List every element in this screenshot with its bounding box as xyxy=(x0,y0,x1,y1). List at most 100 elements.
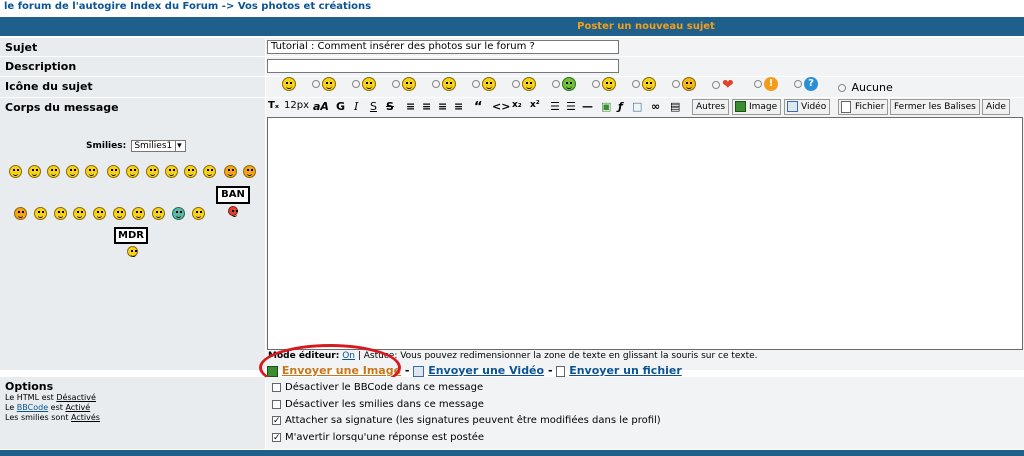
option-disable-bbcode[interactable]: Désactiver le BBCode dans ce message xyxy=(272,382,483,393)
checkbox-checked[interactable]: ✓ xyxy=(272,432,281,442)
numbered-list-icon[interactable]: ☰ xyxy=(566,100,576,113)
radio-button[interactable] xyxy=(512,80,520,88)
radio-button[interactable] xyxy=(632,80,640,88)
thumbs-up-smiley-icon[interactable] xyxy=(192,207,205,220)
topic-icon-option[interactable] xyxy=(512,77,536,93)
upload-file-link[interactable]: Envoyer un fichier xyxy=(569,364,682,377)
grin-smiley-icon[interactable] xyxy=(172,207,185,220)
message-textarea[interactable] xyxy=(267,117,1023,350)
smiley-icon[interactable] xyxy=(165,165,178,178)
smiley-icon[interactable] xyxy=(224,165,237,178)
subscript-button[interactable]: x₂ xyxy=(512,100,522,110)
topic-icon-option[interactable] xyxy=(312,77,336,93)
help-button[interactable]: Aide xyxy=(982,99,1010,115)
radio-button[interactable] xyxy=(754,80,762,88)
radio-button[interactable] xyxy=(712,81,720,89)
file-button[interactable]: Fichier xyxy=(838,99,889,115)
horizontal-rule-icon[interactable]: — xyxy=(582,100,593,113)
close-tags-button[interactable]: Fermer les Balises xyxy=(890,99,980,115)
topic-icon-option[interactable] xyxy=(672,77,696,93)
smiley-icon[interactable] xyxy=(203,165,216,178)
upload-video-link[interactable]: Envoyer une Vidéo xyxy=(428,364,544,377)
mdr-smiley-sign[interactable]: MDR xyxy=(114,227,148,244)
quote-button[interactable]: “ xyxy=(474,100,483,115)
topic-icon-option[interactable] xyxy=(352,77,376,93)
radio-button[interactable] xyxy=(838,84,846,92)
topic-icon-option[interactable] xyxy=(632,77,656,93)
question-smiley-icon[interactable] xyxy=(93,207,106,220)
breadcrumb-section-link[interactable]: Vos photos et créations xyxy=(238,1,371,12)
code-button[interactable]: <> xyxy=(492,100,510,113)
topic-icon-option[interactable] xyxy=(552,77,576,93)
align-center-icon[interactable]: ≡ xyxy=(422,100,431,113)
topic-icon-option[interactable] xyxy=(472,77,496,93)
smiley-icon[interactable] xyxy=(66,165,79,178)
align-left-icon[interactable]: ≡ xyxy=(406,100,415,113)
radio-button[interactable] xyxy=(312,80,320,88)
picture-icon[interactable]: ▣ xyxy=(601,100,611,113)
italic-button[interactable]: I xyxy=(354,100,358,113)
video-button[interactable]: Vidéo xyxy=(784,99,831,115)
align-right-icon[interactable]: ≡ xyxy=(438,100,447,113)
video-icon[interactable]: □ xyxy=(632,100,642,113)
font-size-a-icon[interactable]: aA xyxy=(313,100,329,113)
image-button[interactable]: Image xyxy=(732,99,782,115)
smiley-icon[interactable] xyxy=(34,207,47,220)
justify-icon[interactable]: ≡ xyxy=(454,100,463,113)
topic-icon-option[interactable]: ❤ xyxy=(712,77,734,93)
subject-input[interactable]: Tutorial : Comment insérer des photos su… xyxy=(267,40,619,54)
table-icon[interactable]: ▤ xyxy=(670,100,680,113)
topic-icon-option[interactable] xyxy=(432,77,456,93)
font-type-icon[interactable]: Tₓ xyxy=(268,100,279,111)
smiley-icon[interactable] xyxy=(152,207,165,220)
radio-button[interactable] xyxy=(392,80,400,88)
flash-icon[interactable]: ƒ xyxy=(618,100,623,113)
radio-button[interactable] xyxy=(472,80,480,88)
smiley-icon[interactable] xyxy=(28,165,41,178)
option-notify-reply[interactable]: ✓ M'avertir lorsqu'une réponse est postée xyxy=(272,432,484,443)
devil-smiley-icon[interactable] xyxy=(14,207,27,220)
topic-icon-option[interactable] xyxy=(282,77,296,93)
breadcrumb-site-link[interactable]: le forum de l'autogire Index du Forum xyxy=(4,1,218,12)
devil-smiley-icon[interactable] xyxy=(243,165,256,178)
checkbox-checked[interactable]: ✓ xyxy=(272,415,281,425)
underline-button[interactable]: S xyxy=(370,100,377,113)
radio-button[interactable] xyxy=(794,80,802,88)
topic-icon-option[interactable]: ? xyxy=(794,77,818,93)
option-attach-signature[interactable]: ✓ Attacher sa signature (les signatures p… xyxy=(272,415,661,426)
topic-icon-option[interactable] xyxy=(392,77,416,93)
smiley-icon[interactable] xyxy=(85,165,98,178)
smiley-icon[interactable] xyxy=(107,165,120,178)
radio-button[interactable] xyxy=(432,80,440,88)
font-size-select[interactable]: 12px xyxy=(284,100,309,111)
smiley-icon[interactable] xyxy=(54,207,67,220)
description-input[interactable] xyxy=(267,59,619,73)
link-icon[interactable]: ∞ xyxy=(651,100,660,113)
bold-button[interactable]: G xyxy=(336,100,345,113)
radio-button[interactable] xyxy=(672,80,680,88)
smiley-icon[interactable] xyxy=(47,165,60,178)
topic-icon-option[interactable]: ! xyxy=(754,77,778,93)
bullet-list-icon[interactable]: ☰ xyxy=(550,100,560,113)
strike-button[interactable]: S xyxy=(386,100,394,113)
topic-icon-none-option[interactable]: Aucune xyxy=(838,81,893,97)
smiley-icon[interactable] xyxy=(126,165,139,178)
radio-button[interactable] xyxy=(592,80,600,88)
idea-smiley-icon[interactable] xyxy=(113,207,126,220)
superscript-button[interactable]: x² xyxy=(530,100,540,110)
others-button[interactable]: Autres xyxy=(692,99,730,115)
exclamation-smiley-icon[interactable] xyxy=(73,207,86,220)
checkbox[interactable] xyxy=(272,399,281,409)
radio-button[interactable] xyxy=(552,80,560,88)
smilies-select[interactable]: Smilies1 ▾ xyxy=(131,140,186,152)
ban-smiley-sign[interactable]: BAN xyxy=(216,186,250,204)
smiley-icon[interactable] xyxy=(184,165,197,178)
radio-button[interactable] xyxy=(352,80,360,88)
smiley-icon[interactable] xyxy=(9,165,22,178)
checkbox[interactable] xyxy=(272,382,281,392)
topic-icon-option[interactable] xyxy=(592,77,616,93)
smiley-icon[interactable] xyxy=(146,165,159,178)
bbcode-link[interactable]: BBCode xyxy=(17,403,48,412)
option-disable-smilies[interactable]: Désactiver les smilies dans ce message xyxy=(272,399,484,410)
arrow-smiley-icon[interactable] xyxy=(132,207,145,220)
